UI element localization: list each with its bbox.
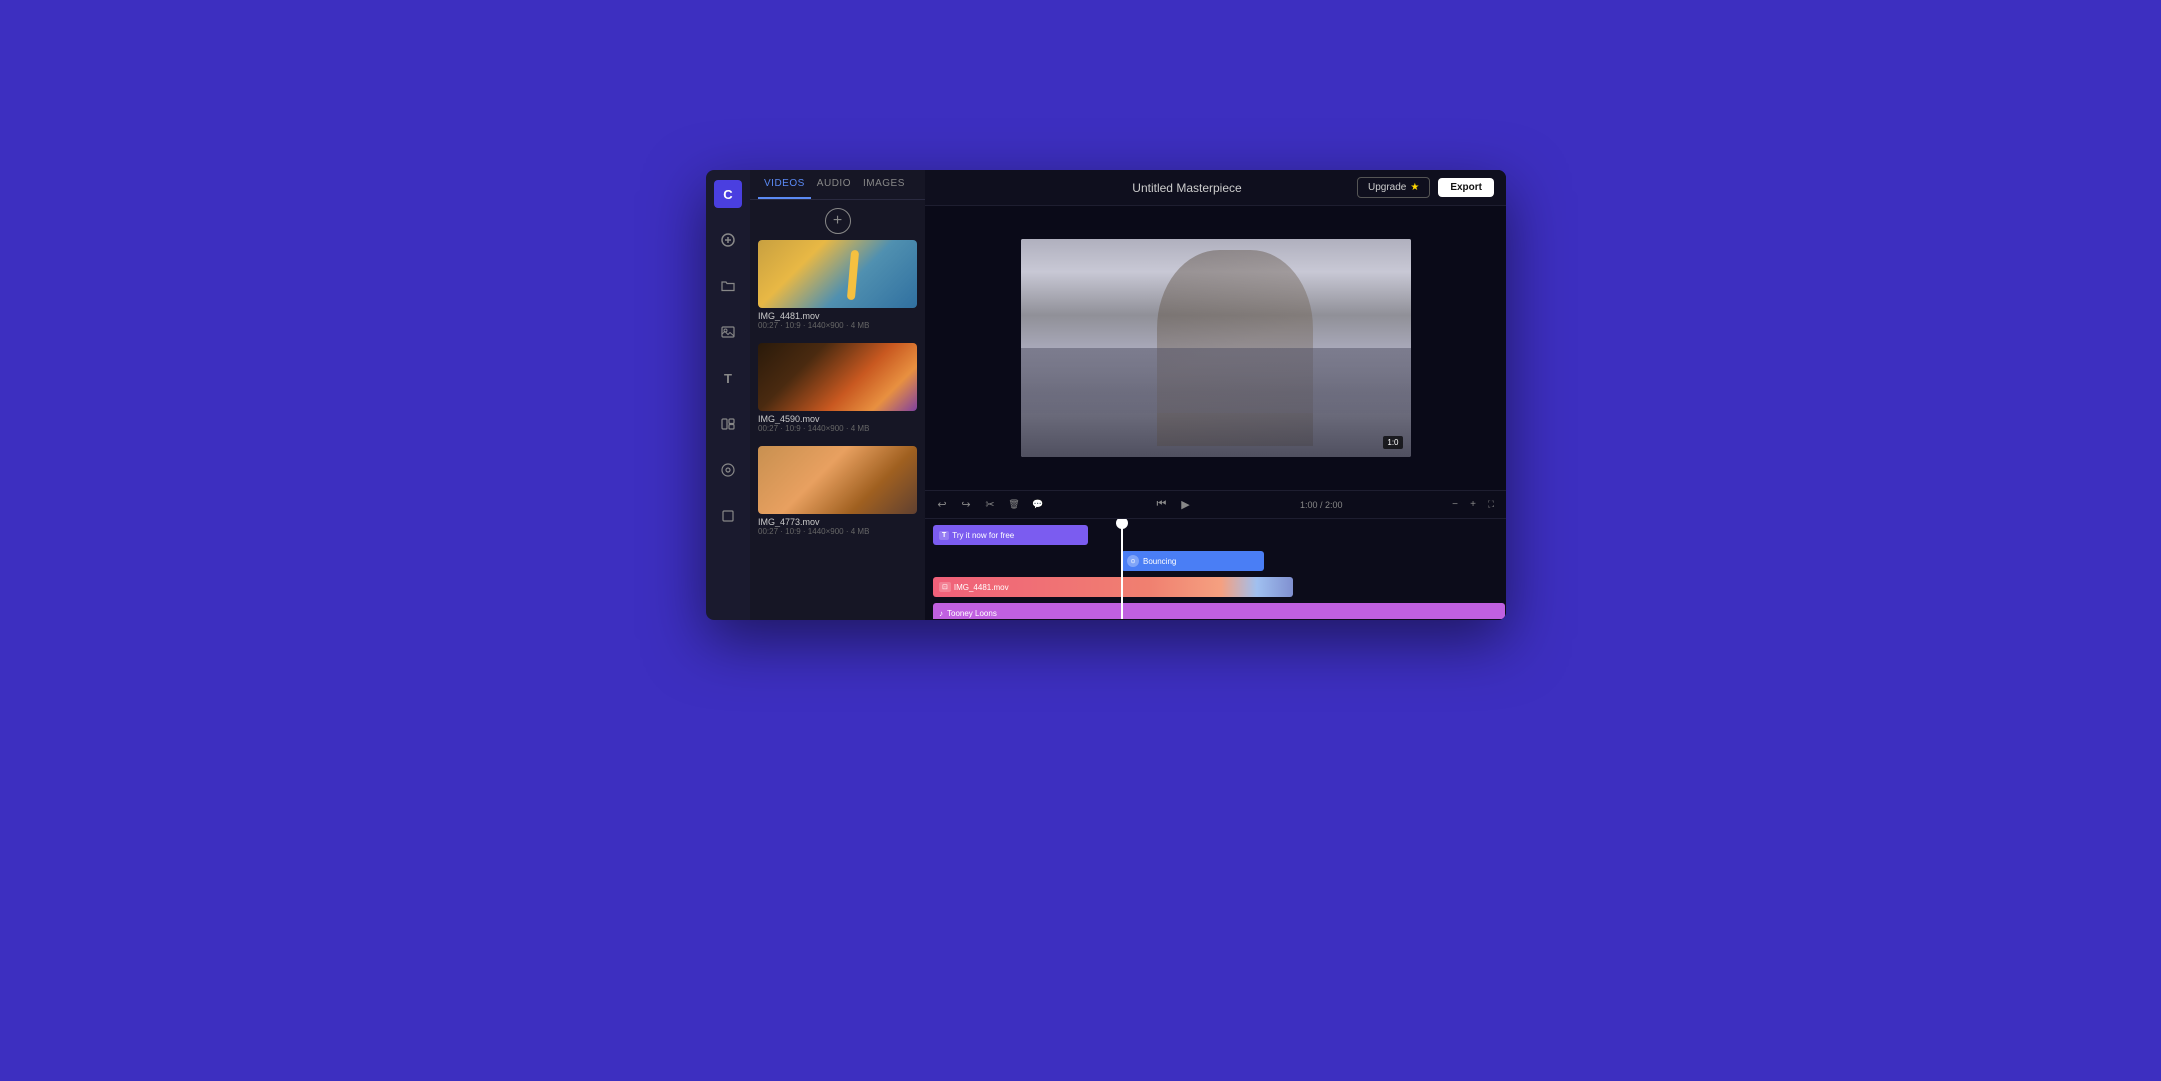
media-tabs: VIDEOS AUDIO IMAGES: [750, 170, 925, 200]
delete-button[interactable]: 🗑: [1005, 496, 1023, 514]
video-preview-image: [1021, 239, 1411, 457]
media-info-1: IMG_4481.mov 00:27 · 10:9 · 1440×900 · 4…: [758, 308, 917, 333]
track-media: ⊡ IMG_4481.mov: [925, 577, 1506, 599]
video-clip-icon: ⊙: [1127, 555, 1139, 567]
preview-area: 1:0: [925, 206, 1506, 490]
track-audio: ♪ Tooney Loons: [925, 603, 1506, 619]
tab-audio[interactable]: AUDIO: [811, 170, 857, 199]
video-clip[interactable]: ⊙ Bouncing: [1121, 551, 1264, 571]
editor-header: Untitled Masterpiece Upgrade ★ Export: [925, 170, 1506, 206]
media-panel: VIDEOS AUDIO IMAGES + IMG_4481.mov 00:27…: [750, 170, 925, 620]
media-filename-1: IMG_4481.mov: [758, 311, 917, 321]
media-item-2[interactable]: IMG_4590.mov 00:27 · 10:9 · 1440×900 · 4…: [758, 343, 917, 436]
sidebar-icons: C T: [706, 170, 750, 620]
video-preview: 1:0: [1021, 239, 1411, 457]
text-clip[interactable]: T Try it now for free: [933, 525, 1088, 545]
editor-main: Untitled Masterpiece Upgrade ★ Export: [925, 170, 1506, 620]
export-button[interactable]: Export: [1438, 178, 1494, 197]
tab-videos[interactable]: VIDEOS: [758, 170, 811, 199]
cut-button[interactable]: ✂: [981, 496, 999, 514]
media-filename-3: IMG_4773.mov: [758, 517, 917, 527]
timeline-area: ↩ ↪ ✂ 🗑 💬 ⏮ ▶ 1:00 / 2:00 − + ⛶: [925, 490, 1506, 620]
media-filename-2: IMG_4590.mov: [758, 414, 917, 424]
add-media-icon[interactable]: [714, 226, 742, 254]
add-media-button[interactable]: +: [825, 208, 851, 234]
media-item-3[interactable]: IMG_4773.mov 00:27 · 10:9 · 1440×900 · 4…: [758, 446, 917, 539]
media-meta-2: 00:27 · 10:9 · 1440×900 · 4 MB: [758, 424, 917, 433]
timeline-toolbar: ↩ ↪ ✂ 🗑 💬 ⏮ ▶ 1:00 / 2:00 − + ⛶: [925, 491, 1506, 519]
app-logo-icon[interactable]: C: [714, 180, 742, 208]
zoom-controls: − + ⛶: [1448, 498, 1498, 512]
image-icon[interactable]: [714, 318, 742, 346]
media-meta-3: 00:27 · 10:9 · 1440×900 · 4 MB: [758, 527, 917, 536]
folder-icon[interactable]: [714, 272, 742, 300]
skip-back-button[interactable]: ⏮: [1152, 496, 1170, 514]
media-info-3: IMG_4773.mov 00:27 · 10:9 · 1440×900 · 4…: [758, 514, 917, 539]
text-clip-label: Try it now for free: [952, 531, 1014, 540]
media-meta-1: 00:27 · 10:9 · 1440×900 · 4 MB: [758, 321, 917, 330]
star-icon: ★: [1410, 182, 1419, 193]
header-actions: Upgrade ★ Export: [1357, 177, 1494, 198]
fullscreen-button[interactable]: ⛶: [1484, 498, 1498, 512]
media-clip-icon: ⊡: [939, 582, 951, 592]
media-clip[interactable]: ⊡ IMG_4481.mov: [933, 577, 1293, 597]
media-list: IMG_4481.mov 00:27 · 10:9 · 1440×900 · 4…: [750, 240, 925, 620]
timecode-badge: 1:0: [1383, 436, 1402, 449]
audio-clip[interactable]: ♪ Tooney Loons: [933, 603, 1505, 619]
media-thumb-3: [758, 446, 917, 514]
zoom-in-button[interactable]: +: [1466, 498, 1480, 512]
media-item-1[interactable]: IMG_4481.mov 00:27 · 10:9 · 1440×900 · 4…: [758, 240, 917, 333]
media-clip-label: IMG_4481.mov: [954, 583, 1009, 592]
crop-icon[interactable]: [714, 502, 742, 530]
audio-clip-icon: ♪: [939, 609, 943, 618]
text-icon[interactable]: T: [714, 364, 742, 392]
tab-images[interactable]: IMAGES: [857, 170, 911, 199]
upgrade-button[interactable]: Upgrade ★: [1357, 177, 1430, 198]
audio-clip-label: Tooney Loons: [947, 609, 997, 618]
playhead[interactable]: [1121, 519, 1123, 619]
track-video: ⊙ Bouncing: [925, 551, 1506, 573]
project-title: Untitled Masterpiece: [1132, 181, 1241, 195]
zoom-out-button[interactable]: −: [1448, 498, 1462, 512]
undo-button[interactable]: ↩: [933, 496, 951, 514]
comment-button[interactable]: 💬: [1029, 496, 1047, 514]
effects-icon[interactable]: [714, 456, 742, 484]
app-window: C T: [706, 170, 1506, 620]
app-background: C T: [0, 0, 2161, 1081]
video-clip-label: Bouncing: [1143, 557, 1176, 566]
redo-button[interactable]: ↪: [957, 496, 975, 514]
media-thumb-1: [758, 240, 917, 308]
play-button[interactable]: ▶: [1176, 496, 1194, 514]
text-clip-icon: T: [939, 531, 949, 540]
timeline-timecode: 1:00 / 2:00: [1300, 500, 1343, 510]
track-text: T Try it now for free: [925, 525, 1506, 547]
media-thumb-2: [758, 343, 917, 411]
timeline-tracks: T Try it now for free ⊙ Bouncing: [925, 519, 1506, 619]
layout-icon[interactable]: [714, 410, 742, 438]
media-info-2: IMG_4590.mov 00:27 · 10:9 · 1440×900 · 4…: [758, 411, 917, 436]
